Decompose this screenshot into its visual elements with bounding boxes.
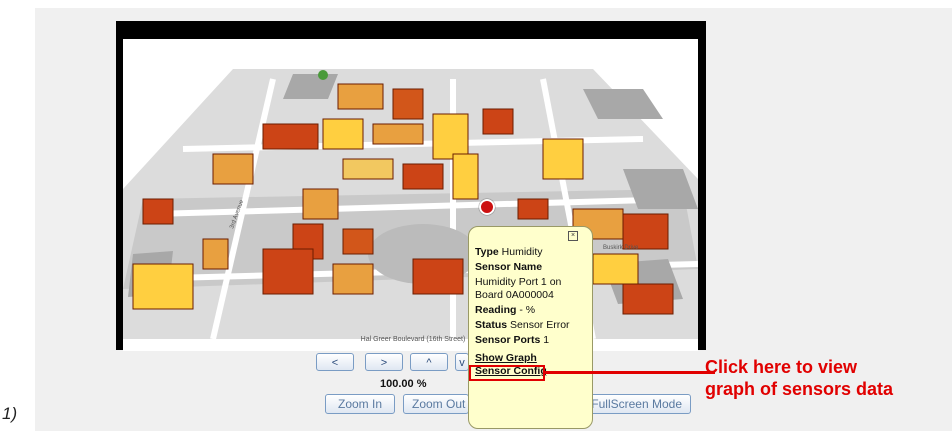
type-value: Humidity — [501, 246, 543, 258]
zoom-level: 100.00 % — [380, 378, 427, 390]
zoom-in-button[interactable]: Zoom In — [325, 394, 395, 414]
show-graph-highlight-box — [469, 365, 545, 381]
callout-text: Click here to view graph of sensors data — [705, 356, 893, 400]
street-label-right: Buskirk Drive — [603, 245, 639, 251]
status-value: Sensor Error — [510, 319, 570, 331]
show-graph-link[interactable]: Show Graph — [475, 352, 537, 364]
status-label: Status — [475, 319, 508, 331]
popup-type-row: Type Humidity — [475, 246, 588, 259]
sensor-name-label: Sensor Name — [475, 261, 543, 273]
type-label: Type — [475, 246, 499, 258]
sensor-name-value: Humidity Port 1 on Board 0A000004 — [475, 276, 562, 301]
zoom-out-button[interactable]: Zoom Out — [403, 394, 469, 414]
pan-down-button[interactable]: v — [455, 353, 469, 371]
callout-arrow — [545, 371, 715, 374]
sensor-info-popup: × Type Humidity Sensor Name Humidity Por… — [468, 226, 593, 429]
popup-ports-row: Sensor Ports 1 — [475, 334, 588, 347]
reading-value: - % — [519, 304, 536, 316]
step-label: 1) — [2, 404, 18, 423]
callout-line-1: Click here to view — [705, 357, 858, 377]
pan-left-button[interactable]: < — [316, 353, 354, 371]
pan-right-button[interactable]: > — [365, 353, 403, 371]
pan-up-button[interactable]: ^ — [410, 353, 448, 371]
fullscreen-button[interactable]: FullScreen Mode — [588, 394, 691, 414]
popup-reading-row: Reading - % — [475, 304, 588, 317]
street-label-bottom: Hal Greer Boulevard (16th Street) — [361, 336, 466, 343]
popup-status-row: Status Sensor Error — [475, 319, 588, 332]
campus-map-drawing: Hal Greer Boulevard (16th Street) 3rd Av… — [123, 69, 698, 343]
callout-line-2: graph of sensors data — [705, 379, 894, 399]
ports-label: Sensor Ports — [475, 334, 541, 346]
reading-label: Reading — [475, 304, 517, 316]
close-icon[interactable]: × — [568, 231, 578, 241]
campus-map[interactable]: Hal Greer Boulevard (16th Street) 3rd Av… — [123, 39, 698, 351]
ports-value: 1 — [543, 334, 550, 346]
map-frame: Hal Greer Boulevard (16th Street) 3rd Av… — [116, 21, 706, 351]
sensor-marker-icon[interactable] — [479, 199, 495, 215]
